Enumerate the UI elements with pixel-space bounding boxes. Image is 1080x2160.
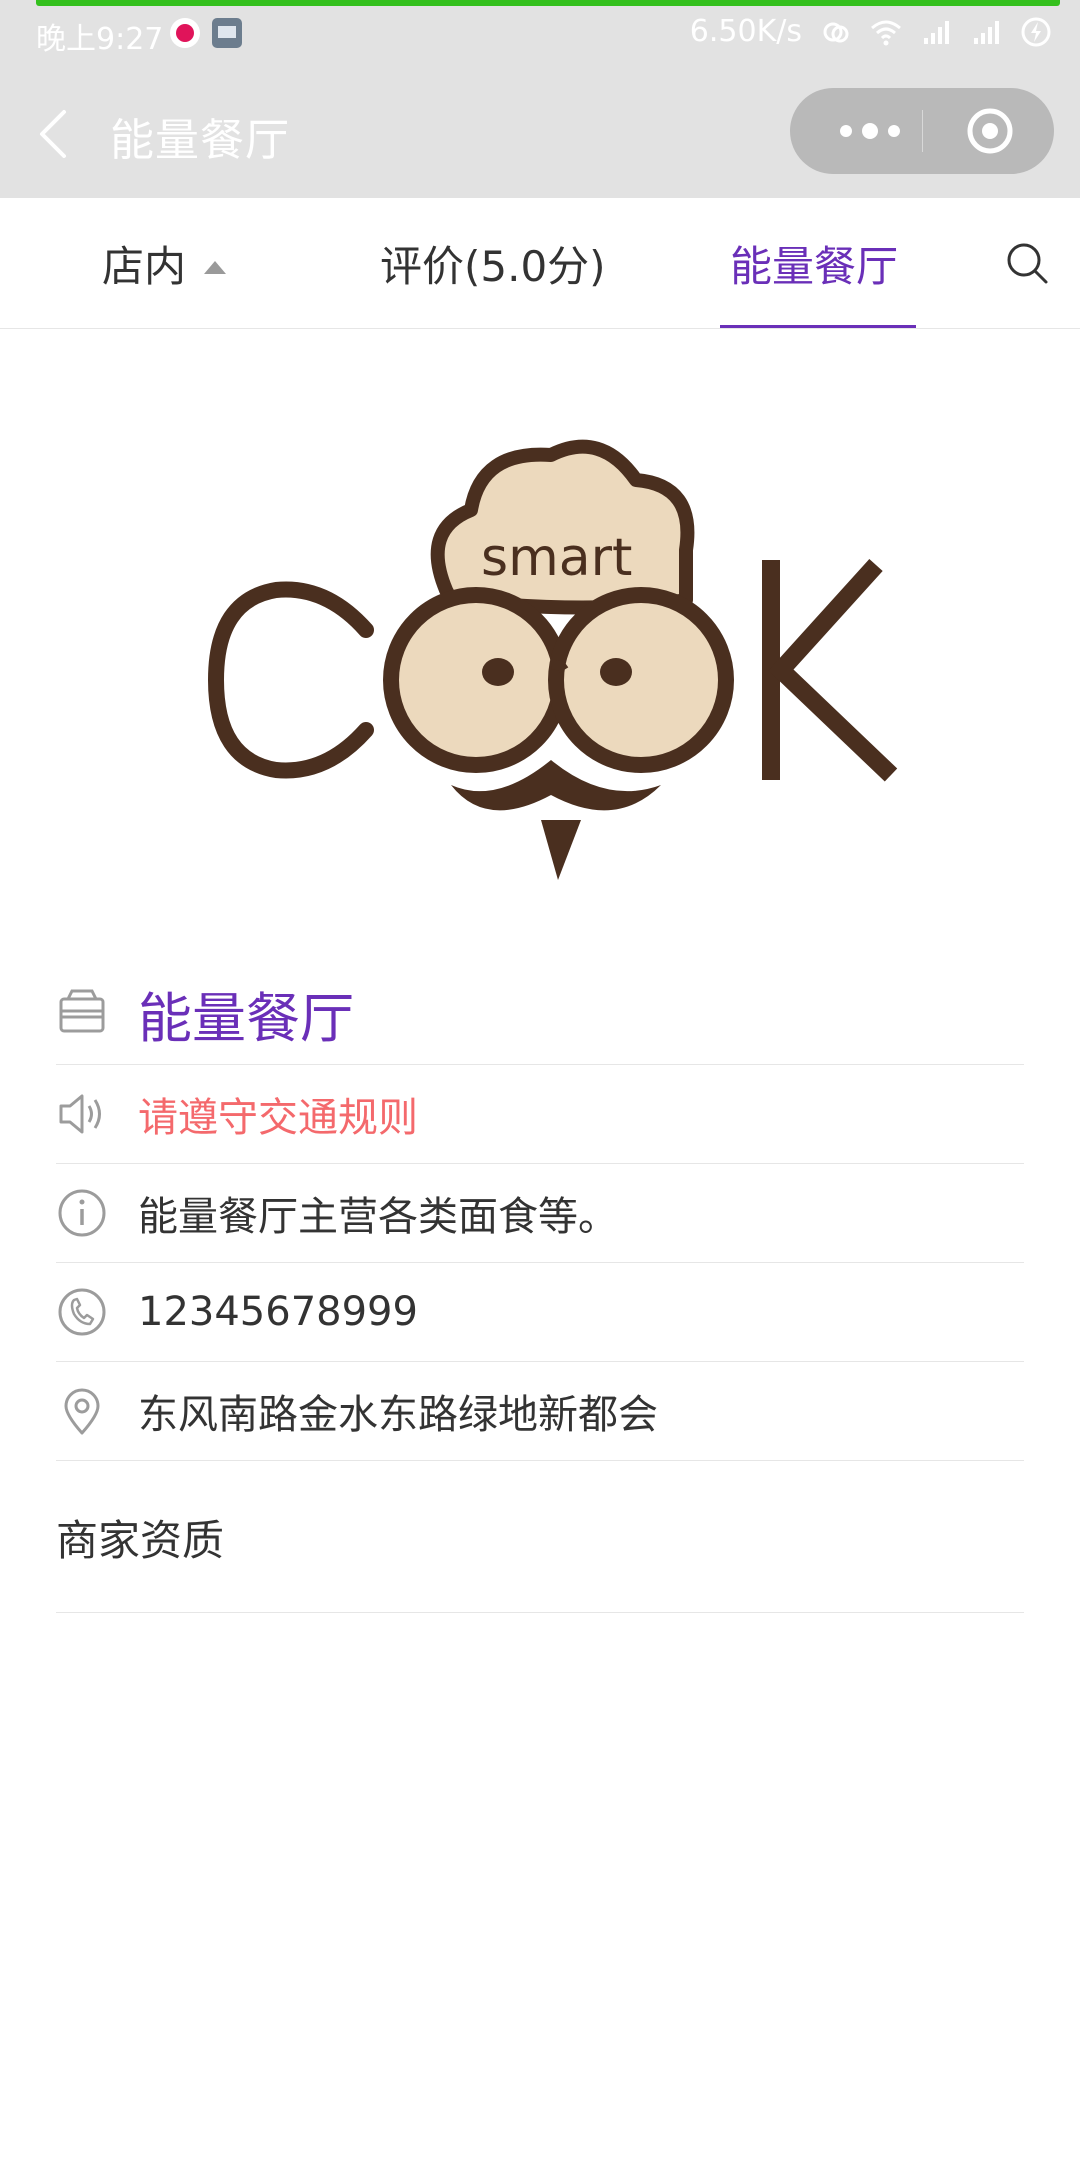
logo-smart-text: smart bbox=[481, 528, 632, 588]
signal-icon-2 bbox=[974, 20, 999, 44]
description-text: 能量餐厅主营各类面食等。 bbox=[138, 1194, 618, 1240]
capsule-divider bbox=[922, 110, 923, 152]
status-time: 晚上9:27 bbox=[36, 22, 164, 57]
tab-store[interactable]: 店内 bbox=[102, 198, 227, 328]
address-text[interactable]: 东风南路金水东路绿地新都会 bbox=[138, 1382, 658, 1440]
info-row-notice: 请遵守交通规则 bbox=[56, 1065, 1024, 1164]
merchant-qualification-label: 商家资质 bbox=[56, 1515, 225, 1565]
wifi-icon bbox=[871, 20, 901, 45]
sync-icon bbox=[823, 22, 849, 42]
mini-program-capsule bbox=[790, 88, 1054, 174]
status-right: 6.50K/s bbox=[690, 14, 1052, 49]
tab-restaurant-info-label: 能量餐厅 bbox=[730, 241, 899, 291]
notice-text: 请遵守交通规则 bbox=[138, 1095, 418, 1141]
loading-progress-bar bbox=[36, 0, 1060, 6]
info-row-phone[interactable]: 12345678999 bbox=[56, 1263, 1024, 1362]
page-title: 能量餐厅 bbox=[110, 115, 290, 166]
battery-charging-icon bbox=[1021, 17, 1051, 46]
notification-app-icon bbox=[170, 18, 200, 48]
more-dots-icon[interactable] bbox=[820, 88, 920, 174]
target-close-icon[interactable] bbox=[954, 88, 1026, 174]
tab-store-label: 店内 bbox=[102, 241, 187, 291]
info-row-address[interactable]: 东风南路金水东路绿地新都会 bbox=[56, 1362, 1024, 1461]
store-icon bbox=[59, 989, 105, 1033]
merchant-qualification-row[interactable]: 商家资质 bbox=[56, 1462, 1024, 1613]
caret-up-icon bbox=[204, 260, 227, 274]
notification-app-icon-2 bbox=[212, 18, 242, 48]
tab-reviews[interactable]: 评价(5.0分) bbox=[380, 198, 606, 328]
tab-restaurant-info[interactable]: 能量餐厅 bbox=[730, 198, 898, 328]
location-pin-icon bbox=[64, 1388, 100, 1435]
restaurant-logo: smart bbox=[207, 439, 898, 880]
tab-reviews-label: 评价(5.0分) bbox=[380, 241, 606, 291]
phone-number[interactable]: 12345678999 bbox=[138, 1289, 418, 1335]
status-bar: 晚上9:27 6.50K/s bbox=[0, 8, 1080, 64]
info-row-description: 能量餐厅主营各类面食等。 bbox=[56, 1164, 1024, 1263]
chevron-left-icon[interactable] bbox=[34, 106, 74, 162]
info-row-name: 能量餐厅 bbox=[56, 962, 1024, 1065]
restaurant-info-list: 能量餐厅 请遵守交通规则 能量餐厅主营各类面食等。 12345678999 东风… bbox=[56, 962, 1024, 1461]
top-bar: 晚上9:27 6.50K/s 能量餐厅 bbox=[0, 0, 1080, 198]
active-tab-indicator bbox=[720, 325, 916, 328]
tab-bar: 店内 评价(5.0分) 能量餐厅 bbox=[0, 198, 1080, 329]
network-speed: 6.50K/s bbox=[689, 14, 802, 49]
speaker-icon bbox=[59, 1094, 101, 1134]
phone-icon bbox=[58, 1288, 106, 1336]
signal-icon bbox=[924, 20, 949, 44]
info-icon bbox=[58, 1189, 106, 1237]
restaurant-name: 能量餐厅 bbox=[138, 986, 354, 1050]
search-icon[interactable] bbox=[1004, 240, 1050, 286]
